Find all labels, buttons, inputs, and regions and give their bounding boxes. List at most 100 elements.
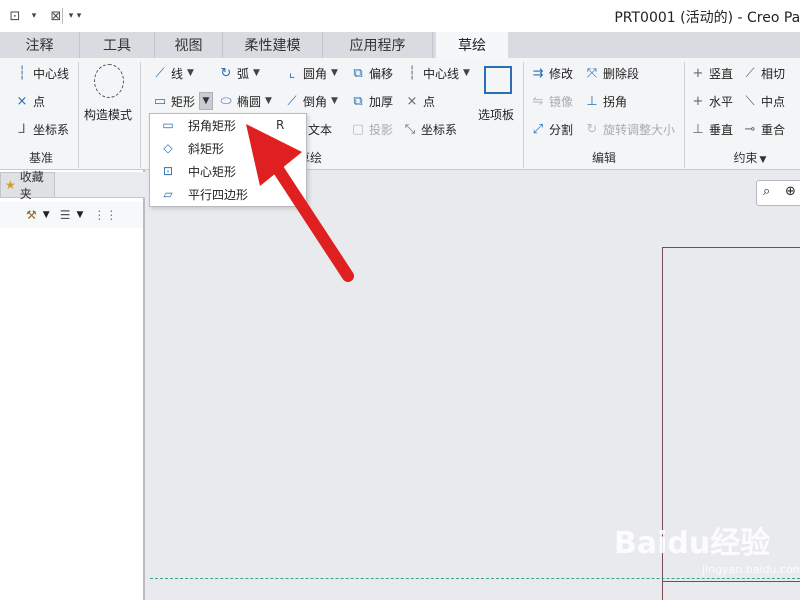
quick-access-separator — [62, 8, 63, 24]
group-label-constrain: 约束 ▼ — [733, 151, 767, 165]
construction-mode-button[interactable]: 构造模式 — [84, 104, 132, 124]
group-separator — [78, 62, 79, 168]
tangent-constraint-button[interactable]: ⟋ 相切 — [742, 63, 785, 83]
zoom-in-icon[interactable]: ⊕ — [785, 184, 796, 199]
group-label-edit: 编辑 — [591, 151, 616, 165]
line-dropdown-icon[interactable]: ▼ — [187, 68, 194, 78]
mirror-button[interactable]: ⇋ 镜像 — [530, 91, 573, 111]
vertical-constraint-button[interactable]: + 竖直 — [690, 63, 733, 83]
delete-segment-button[interactable]: ⤧ 删除段 — [584, 63, 639, 83]
construction-mode-icon — [94, 64, 124, 98]
coordinate-system-icon: ⅃ — [18, 121, 26, 137]
centerline-icon: ┆ — [18, 65, 26, 81]
delete-segment-icon: ⤧ — [586, 65, 598, 81]
line-icon: ⟋ — [155, 65, 165, 81]
line-button[interactable]: ⟋ 线 ▼ — [152, 63, 194, 83]
thicken-icon: ⧉ — [353, 93, 363, 109]
sketch-reference-line — [662, 581, 800, 582]
fillet-button[interactable]: ⌞ 圆角 ▼ — [284, 63, 338, 83]
tab-view[interactable]: 视图 — [155, 32, 223, 58]
arrow-shaft — [266, 154, 354, 282]
chamfer-button[interactable]: ⟋ 倒角 ▼ — [284, 91, 338, 111]
divide-icon: ⤢ — [532, 121, 544, 137]
watermark-url: jingyan.baidu.com — [702, 563, 800, 576]
palette-button[interactable]: 选项板 — [478, 104, 514, 124]
quick-access-dropdown[interactable]: ▾ — [28, 0, 40, 32]
settings-list-icon[interactable]: ☰ — [60, 208, 71, 222]
ellipse-icon: ⬭ — [220, 93, 232, 109]
sketch-centerline-button[interactable]: ┆ 中心线 ▼ — [404, 63, 470, 83]
horizontal-icon: + — [692, 93, 704, 109]
rectangle-icon: ▭ — [153, 93, 167, 109]
window-title: PRT0001 (活动的) - Creo Par — [614, 10, 800, 26]
fillet-dropdown-icon[interactable]: ▼ — [331, 68, 338, 78]
datum-centerline-button[interactable]: ┆ 中心线 — [14, 63, 69, 83]
midpoint-constraint-button[interactable]: ⟍ 中点 — [742, 91, 785, 111]
tools-dropdown-icon[interactable]: ▼ — [43, 210, 50, 220]
arc-button[interactable]: ↻ 弧 ▼ — [218, 63, 260, 83]
ellipse-button[interactable]: ⬭ 椭圆 ▼ — [218, 91, 272, 111]
modify-icon: ⇉ — [532, 65, 544, 81]
offset-icon: ⧉ — [353, 65, 363, 81]
favorites-tab[interactable]: ★ 收藏夹 — [0, 170, 55, 201]
centerline-icon: ┆ — [408, 65, 416, 81]
tab-tools[interactable]: 工具 — [80, 32, 155, 58]
offset-button[interactable]: ⧉ 偏移 — [350, 63, 393, 83]
midpoint-icon: ⟍ — [745, 93, 755, 109]
divide-button[interactable]: ⤢ 分割 — [530, 119, 573, 139]
center-rectangle-icon: ⊡ — [162, 164, 174, 178]
sketch-coordinate-system-button[interactable]: ⤡ 坐标系 — [402, 119, 457, 139]
model-tree-panel — [0, 170, 145, 600]
chamfer-dropdown-icon[interactable]: ▼ — [331, 96, 338, 106]
ellipse-dropdown-icon[interactable]: ▼ — [265, 96, 272, 106]
tab-applications[interactable]: 应用程序 — [323, 32, 433, 58]
mirror-icon: ⇋ — [532, 93, 544, 109]
centerline-dropdown-icon[interactable]: ▼ — [463, 68, 470, 78]
tab-annotate[interactable]: 注释 — [0, 32, 80, 58]
constrain-dropdown-icon[interactable]: ▼ — [760, 155, 767, 165]
tab-flexible-modeling[interactable]: 柔性建模 — [223, 32, 323, 58]
refit-icon[interactable]: ⌕ — [763, 184, 770, 199]
datum-point-button[interactable]: × 点 — [14, 91, 45, 111]
sketch-point-button[interactable]: × 点 — [404, 91, 435, 111]
horizontal-constraint-button[interactable]: + 水平 — [690, 91, 733, 111]
settings-dropdown-icon[interactable]: ▼ — [76, 210, 83, 220]
palette-icon — [484, 66, 512, 94]
chamfer-icon: ⟋ — [287, 93, 297, 109]
arc-dropdown-icon[interactable]: ▼ — [253, 68, 260, 78]
coincident-constraint-button[interactable]: ⊸ 重合 — [742, 119, 785, 139]
panel-tab-strip — [55, 172, 145, 198]
coincident-icon: ⊸ — [744, 121, 756, 137]
datum-coordinate-system-button[interactable]: ⅃ 坐标系 — [14, 119, 69, 139]
annotation-arrow — [246, 124, 354, 282]
perpendicular-icon: ⊥ — [692, 121, 704, 137]
group-label-datum: 基准 — [28, 151, 53, 165]
rotate-resize-button[interactable]: ↻ 旋转调整大小 — [584, 119, 675, 139]
modify-button[interactable]: ⇉ 修改 — [530, 63, 573, 83]
point-icon: × — [406, 93, 418, 109]
watermark-logo: Baidu经验 — [614, 526, 771, 561]
star-icon: ★ — [5, 178, 16, 192]
fillet-icon: ⌞ — [288, 65, 296, 81]
view-toolbar: ⌕ ⊕ — [756, 180, 800, 206]
corner-rectangle-icon: ▭ — [162, 118, 174, 132]
perpendicular-constraint-button[interactable]: ⊥ 垂直 — [690, 119, 733, 139]
corner-button[interactable]: ⊥ 拐角 — [584, 91, 627, 111]
tangent-icon: ⟋ — [745, 65, 755, 81]
rotate-resize-icon: ↻ — [586, 121, 598, 137]
parallelogram-icon: ▱ — [163, 187, 173, 201]
arc-icon: ↻ — [220, 65, 232, 81]
rectangle-dropdown-button[interactable]: ▼ — [199, 92, 213, 110]
tab-sketch[interactable]: 草绘 — [436, 32, 508, 58]
customize-quick-access[interactable]: ▾ — [72, 0, 86, 32]
quick-access-new-icon[interactable]: ⊡ — [6, 0, 24, 32]
thicken-button[interactable]: ⧉ 加厚 — [350, 91, 393, 111]
panel-toolbar: ⚒ ▼ ☰ ▼ ⋮⋮ — [0, 202, 143, 228]
vertical-icon: + — [692, 65, 704, 81]
group-separator — [684, 62, 685, 168]
tools-icon[interactable]: ⚒ — [26, 208, 37, 222]
filter-icon[interactable]: ⋮⋮ — [93, 208, 117, 222]
coordinate-system-icon: ⤡ — [404, 121, 416, 137]
point-icon: × — [16, 93, 28, 109]
rectangle-button[interactable]: ▭ 矩形 — [152, 91, 195, 111]
